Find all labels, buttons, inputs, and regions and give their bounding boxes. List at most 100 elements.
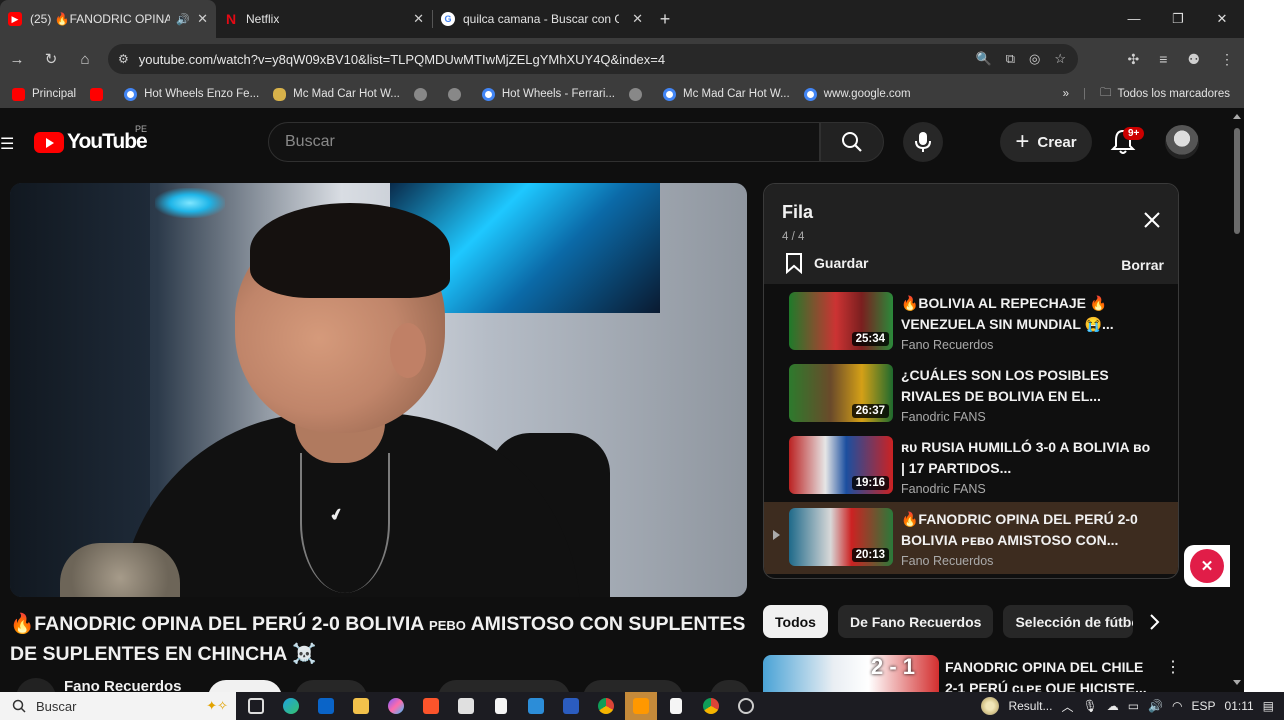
install-icon[interactable]: ⧉ bbox=[1006, 51, 1015, 67]
search-button[interactable] bbox=[820, 122, 884, 162]
youtube-icon bbox=[12, 87, 25, 101]
notification-icon[interactable]: ▤ bbox=[1263, 699, 1274, 713]
duration-badge: 19:16 bbox=[851, 476, 889, 490]
close-tab-icon[interactable]: ✕ bbox=[407, 11, 424, 27]
tab-google-search[interactable]: G quilca camana - Buscar con Goo ✕ bbox=[433, 0, 651, 38]
chevron-right-icon[interactable] bbox=[1142, 610, 1166, 634]
volume-icon[interactable]: 🔊 bbox=[1148, 699, 1163, 713]
taskbar-search[interactable]: Buscar ✦✧ bbox=[0, 692, 236, 720]
profile-icon[interactable]: ⚉ bbox=[1187, 51, 1200, 68]
chevron-up-icon[interactable]: ︿ bbox=[1061, 698, 1073, 715]
tab-netflix[interactable]: N Netflix ✕ bbox=[216, 0, 432, 38]
bookmark-mc-mad-car[interactable]: Mc Mad Car Hot W... bbox=[273, 87, 400, 101]
restore-icon[interactable]: ❐ bbox=[1156, 0, 1200, 38]
tab-youtube[interactable]: ▶ (25) 🔥FANODRIC OPINA DEL 🔊 ✕ bbox=[0, 0, 216, 38]
zoom-icon[interactable]: 🔍 bbox=[976, 51, 992, 67]
more-bookmarks-icon[interactable]: » bbox=[1063, 88, 1069, 100]
search-input[interactable]: Buscar bbox=[268, 122, 820, 162]
close-tab-icon[interactable]: ✕ bbox=[191, 11, 208, 27]
bookmark-principal[interactable]: Principal bbox=[12, 87, 76, 101]
media-icon[interactable]: ≡ bbox=[1159, 51, 1167, 67]
bookmark-globe-3[interactable] bbox=[628, 87, 649, 101]
extensions-icon[interactable]: ✣ bbox=[1128, 51, 1140, 68]
voice-search-button[interactable] bbox=[903, 122, 943, 162]
menu-icon[interactable]: ⋮ bbox=[1220, 51, 1234, 68]
queue-item[interactable]: 26:37 ¿CUÁLES SON LOS POSIBLES RIVALES D… bbox=[764, 358, 1178, 430]
scroll-up-icon[interactable] bbox=[1233, 114, 1241, 119]
bookmark-globe-2[interactable] bbox=[447, 87, 468, 101]
bookmark-google[interactable]: www.google.com bbox=[803, 87, 911, 101]
close-tab-icon[interactable]: ✕ bbox=[626, 11, 643, 27]
page-scrollbar[interactable] bbox=[1230, 108, 1244, 692]
bookmark-icon bbox=[786, 253, 802, 274]
all-bookmarks-button[interactable]: 🗀 Todos los marcadores bbox=[1100, 85, 1230, 104]
edge-icon[interactable] bbox=[275, 692, 307, 720]
scrollbar-thumb[interactable] bbox=[1234, 128, 1240, 234]
chrome-icon[interactable] bbox=[590, 692, 622, 720]
hamburger-menu-icon[interactable]: ☰ bbox=[0, 134, 14, 154]
queue-item[interactable]: 25:34 🔥BOLIVIA AL REPECHAJE 🔥 VENEZUELA … bbox=[764, 286, 1178, 358]
chip-football[interactable]: Selección de fútbol bbox=[1003, 605, 1134, 638]
queue-item-current[interactable]: 20:13 🔥FANODRIC OPINA DEL PERÚ 2-0 BOLIV… bbox=[764, 502, 1178, 574]
site-info-icon[interactable]: ⚙ bbox=[118, 52, 129, 66]
floating-extension-button[interactable]: ✕ bbox=[1184, 545, 1230, 587]
bookmark-hot-wheels-ferrari[interactable]: Hot Wheels - Ferrari... bbox=[481, 87, 615, 101]
youtube-logo[interactable]: YouTube bbox=[34, 130, 148, 154]
recommended-video[interactable]: 2 - 1 FANODRIC OPINA DEL CHILE 2-1 PERÚ … bbox=[763, 655, 1183, 692]
reload-icon[interactable]: ↻ bbox=[34, 50, 68, 68]
youtube-icon: ▶ bbox=[8, 12, 22, 26]
clock-time[interactable]: 01:11 bbox=[1225, 699, 1254, 713]
star-icon[interactable]: ☆ bbox=[1054, 51, 1066, 67]
address-bar[interactable]: ⚙ youtube.com/watch?v=y8qW09xBV10&list=T… bbox=[108, 44, 1078, 74]
store-icon[interactable] bbox=[450, 692, 482, 720]
more-options-icon[interactable]: ⋮ bbox=[1165, 657, 1181, 677]
word-icon[interactable] bbox=[555, 692, 587, 720]
weather-label[interactable]: Result... bbox=[1008, 699, 1052, 713]
video-lamp bbox=[155, 188, 225, 218]
new-tab-button[interactable]: + bbox=[651, 9, 679, 30]
minimize-icon[interactable]: — bbox=[1112, 0, 1156, 38]
filter-chips: Todos De Fano Recuerdos Selección de fút… bbox=[763, 605, 1203, 638]
eye-off-icon[interactable]: ◎ bbox=[1029, 51, 1040, 67]
save-queue-button[interactable]: Guardar bbox=[784, 252, 868, 274]
duration-badge: 20:13 bbox=[851, 548, 889, 562]
weather-icon[interactable] bbox=[981, 697, 1000, 715]
copilot-icon[interactable] bbox=[380, 692, 412, 720]
wifi-icon[interactable]: ◠ bbox=[1172, 699, 1182, 713]
forward-icon[interactable]: → bbox=[0, 51, 34, 68]
bookmark-globe-1[interactable] bbox=[413, 87, 434, 101]
chip-channel[interactable]: De Fano Recuerdos bbox=[837, 605, 994, 638]
youtube-icon bbox=[90, 87, 104, 101]
settings-icon[interactable] bbox=[730, 692, 762, 720]
sublime-icon[interactable] bbox=[625, 692, 657, 720]
bookmark-youtube[interactable] bbox=[90, 87, 110, 101]
outlook-icon[interactable] bbox=[310, 692, 342, 720]
vscode-icon[interactable] bbox=[520, 692, 552, 720]
recommended-thumbnail: 2 - 1 bbox=[763, 655, 939, 692]
chip-all[interactable]: Todos bbox=[763, 605, 828, 638]
scroll-down-icon[interactable] bbox=[1233, 680, 1241, 685]
document-icon[interactable] bbox=[485, 692, 517, 720]
file-explorer-icon[interactable] bbox=[345, 692, 377, 720]
brave-icon[interactable] bbox=[415, 692, 447, 720]
cloud-icon[interactable]: ☁ bbox=[1107, 699, 1119, 713]
bookmark-mc-mad-car-2[interactable]: Mc Mad Car Hot W... bbox=[662, 87, 790, 101]
video-player[interactable]: ✔ bbox=[10, 183, 747, 597]
close-window-icon[interactable]: ✕ bbox=[1200, 0, 1244, 38]
queue-item[interactable]: 19:16 ʀᴜ RUSIA HUMILLÓ 3-0 A BOLIVIA ʙᴏ … bbox=[764, 430, 1178, 502]
close-queue-icon[interactable] bbox=[1142, 210, 1162, 230]
home-icon[interactable]: ⌂ bbox=[68, 51, 102, 68]
account-avatar[interactable] bbox=[1165, 125, 1199, 159]
notes-icon[interactable] bbox=[660, 692, 692, 720]
chrome-icon-2[interactable] bbox=[695, 692, 727, 720]
microphone-tray-icon[interactable]: 🎙 bbox=[1082, 699, 1097, 713]
create-button[interactable]: + Crear bbox=[1000, 122, 1092, 162]
language-indicator[interactable]: ESP bbox=[1192, 699, 1216, 713]
battery-icon[interactable]: ▭ bbox=[1128, 699, 1139, 713]
google-icon: G bbox=[441, 12, 455, 26]
bookmark-hot-wheels-enzo[interactable]: Hot Wheels Enzo Fe... bbox=[124, 87, 259, 101]
clear-queue-button[interactable]: Borrar bbox=[1121, 257, 1164, 273]
tab-title: quilca camana - Buscar con Goo bbox=[463, 12, 619, 26]
speaker-icon[interactable]: 🔊 bbox=[176, 13, 190, 26]
task-view-icon[interactable] bbox=[240, 692, 272, 720]
